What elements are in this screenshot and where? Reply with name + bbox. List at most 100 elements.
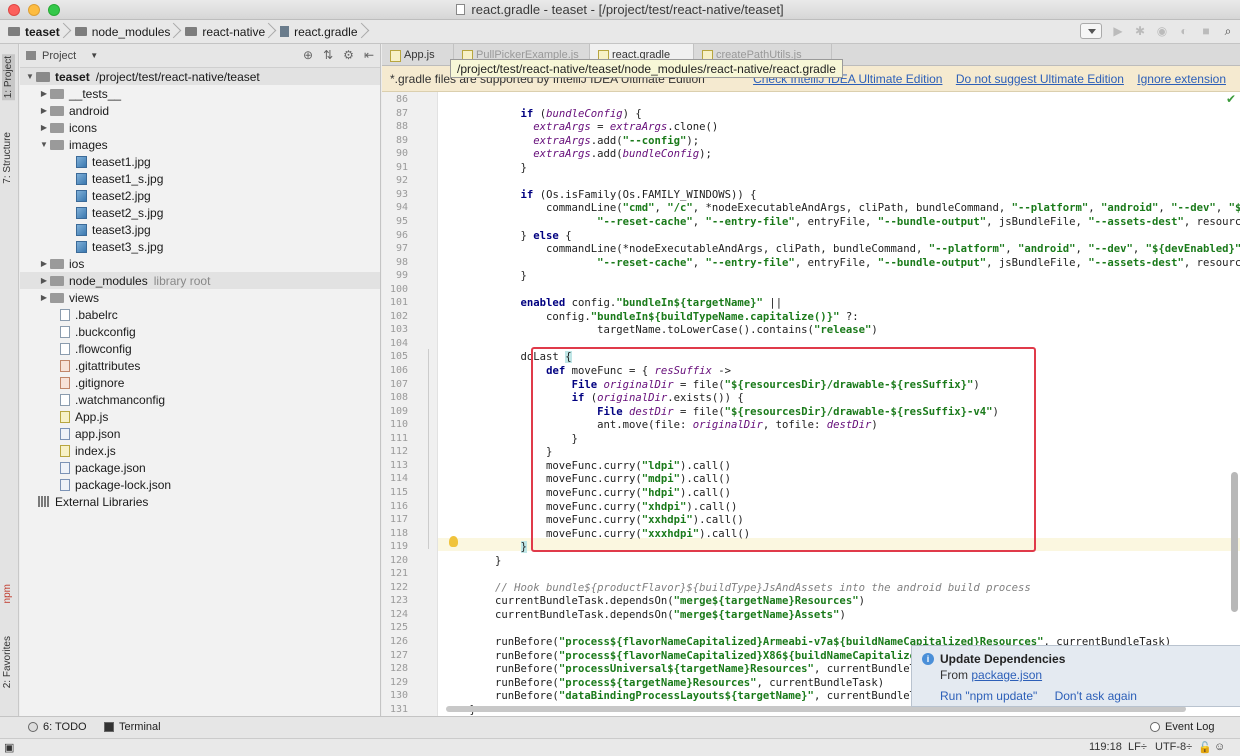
code-line[interactable]: enabled config."bundleIn${targetName}" |… xyxy=(444,297,783,310)
ignore-extension-link[interactable]: Ignore extension xyxy=(1137,72,1226,86)
code-line[interactable]: if (Os.isFamily(Os.FAMILY_WINDOWS)) { xyxy=(444,189,757,202)
code-line[interactable]: } else { xyxy=(444,230,572,243)
expanded-arrow-icon[interactable]: ▼ xyxy=(24,72,36,81)
tree-item[interactable]: .flowconfig xyxy=(20,340,380,357)
tree-item[interactable]: ▶ ios xyxy=(20,255,380,272)
tree-item[interactable]: ▶ icons xyxy=(20,119,380,136)
code-line[interactable]: if (bundleConfig) { xyxy=(444,108,642,121)
tree-item[interactable]: .watchmanconfig xyxy=(20,391,380,408)
run-icon[interactable]: ▶ xyxy=(1112,25,1124,37)
target-icon[interactable]: ⊕ xyxy=(303,48,313,62)
tab-npm[interactable]: npm xyxy=(2,584,13,603)
tree-item[interactable]: ▶ views xyxy=(20,289,380,306)
lock-icon[interactable]: 🔓 xyxy=(1198,741,1212,754)
tab-project[interactable]: 1: Project xyxy=(2,54,15,101)
package-json-link[interactable]: package.json xyxy=(971,668,1042,682)
code-line[interactable]: "--reset-cache", "--entry-file", entryFi… xyxy=(444,257,1240,270)
tree-item[interactable]: teaset1.jpg xyxy=(20,153,380,170)
search-icon[interactable]: ⌕ xyxy=(1222,25,1234,37)
stop-icon[interactable]: ■ xyxy=(1200,25,1212,37)
collapsed-arrow-icon[interactable]: ▶ xyxy=(38,276,50,285)
breadcrumb-project[interactable]: teaset xyxy=(0,20,67,44)
run-toolbar: ▶ ✱ ◉ ◐ ■ ⌕ xyxy=(1080,23,1234,39)
caret-position[interactable]: 119:18 xyxy=(1089,741,1122,753)
terminal-tool-button[interactable]: Terminal xyxy=(104,721,161,733)
collapsed-arrow-icon[interactable]: ▶ xyxy=(38,123,50,132)
collapsed-arrow-icon[interactable]: ▶ xyxy=(38,89,50,98)
zoom-window-button[interactable] xyxy=(48,4,60,16)
vertical-scrollbar[interactable] xyxy=(1231,472,1238,612)
breadcrumb-file[interactable]: react.gradle xyxy=(272,20,364,44)
tab-structure[interactable]: 7: Structure xyxy=(2,132,13,184)
tree-item[interactable]: teaset1_s.jpg xyxy=(20,170,380,187)
breadcrumb-node-modules[interactable]: node_modules xyxy=(67,20,178,44)
event-log-tool-button[interactable]: Event Log xyxy=(1150,721,1215,733)
tree-item[interactable]: teaset2.jpg xyxy=(20,187,380,204)
tree-item[interactable]: .buckconfig xyxy=(20,323,380,340)
do-not-suggest-link[interactable]: Do not suggest Ultimate Edition xyxy=(956,72,1124,86)
run-config-dropdown[interactable] xyxy=(1080,23,1102,39)
tab-app-js[interactable]: App.js xyxy=(382,44,454,66)
collapsed-arrow-icon[interactable]: ▶ xyxy=(38,106,50,115)
hide-panel-icon[interactable]: ⇤ xyxy=(364,48,374,62)
tree-item[interactable]: .gitattributes xyxy=(20,357,380,374)
code-line[interactable]: extraArgs.add(bundleConfig); xyxy=(444,148,712,161)
code-line[interactable]: // Hook bundle${productFlavor}${buildTyp… xyxy=(444,582,1031,595)
code-editor[interactable]: 86 87 88 89 90 91 92 93 94 95 96 97 98 99 100 101 102 103… xyxy=(382,92,1240,716)
file-encoding[interactable]: UTF-8÷ xyxy=(1155,741,1192,753)
code-line[interactable]: config."bundleIn${buildTypeName.capitali… xyxy=(444,311,859,324)
code-line[interactable]: targetName.toLowerCase().contains("relea… xyxy=(444,324,878,337)
project-view-selector[interactable]: Project xyxy=(42,50,76,62)
run-npm-update-link[interactable]: Run "npm update" xyxy=(940,689,1037,703)
code-line[interactable]: runBefore("dataBindingProcessLayouts${ta… xyxy=(444,690,941,703)
tree-item[interactable]: App.js xyxy=(20,408,380,425)
expanded-arrow-icon[interactable]: ▼ xyxy=(38,140,50,149)
tree-item[interactable]: .gitignore xyxy=(20,374,380,391)
tree-item[interactable]: app.json xyxy=(20,425,380,442)
code-line[interactable]: runBefore("process${targetName}Resources… xyxy=(444,677,884,690)
status-layout-icon[interactable]: ▣ xyxy=(4,741,14,754)
code-line[interactable]: } xyxy=(444,555,501,568)
inspector-icon[interactable]: ☺ xyxy=(1214,741,1225,753)
code-line[interactable]: } xyxy=(444,162,527,175)
code-line[interactable]: commandLine(*nodeExecutableAndArgs, cliP… xyxy=(444,243,1240,256)
code-line[interactable]: extraArgs = extraArgs.clone() xyxy=(444,121,718,134)
profile-icon[interactable]: ◐ xyxy=(1178,25,1190,37)
tree-item[interactable]: package-lock.json xyxy=(20,476,380,493)
coverage-icon[interactable]: ◉ xyxy=(1156,25,1168,37)
tree-item[interactable]: ▶ android xyxy=(20,102,380,119)
line-separator[interactable]: LF÷ xyxy=(1128,741,1147,753)
collapse-all-icon[interactable]: ⇅ xyxy=(323,48,333,62)
code-line[interactable]: commandLine("cmd", "/c", *nodeExecutable… xyxy=(444,202,1240,215)
tree-item[interactable]: ▼ images xyxy=(20,136,380,153)
chevron-down-icon[interactable]: ▼ xyxy=(90,51,98,60)
tree-item[interactable]: ▶ __tests__ xyxy=(20,85,380,102)
js-file-icon xyxy=(60,444,70,457)
tree-item[interactable]: .babelrc xyxy=(20,306,380,323)
tree-root[interactable]: ▼ teaset/project/test/react-native/teaset xyxy=(20,68,380,85)
collapsed-arrow-icon[interactable]: ▶ xyxy=(38,259,50,268)
tree-item[interactable]: teaset3_s.jpg xyxy=(20,238,380,255)
tree-item-external-libraries[interactable]: External Libraries xyxy=(20,493,380,510)
tree-item[interactable]: teaset3.jpg xyxy=(20,221,380,238)
tree-item[interactable]: ▶ node_modules library root xyxy=(20,272,380,289)
code-line[interactable]: currentBundleTask.dependsOn("merge${targ… xyxy=(444,609,846,622)
tab-favorites[interactable]: 2: Favorites xyxy=(2,636,13,688)
dont-ask-again-link[interactable]: Don't ask again xyxy=(1055,689,1137,703)
code-line[interactable]: "--reset-cache", "--entry-file", entryFi… xyxy=(444,216,1240,229)
collapsed-arrow-icon[interactable]: ▶ xyxy=(38,293,50,302)
close-window-button[interactable] xyxy=(8,4,20,16)
breadcrumb-react-native[interactable]: react-native xyxy=(177,20,272,44)
lightbulb-icon[interactable] xyxy=(449,536,458,547)
minimize-window-button[interactable] xyxy=(28,4,40,16)
code-line[interactable]: runBefore("processUniversal${targetName}… xyxy=(444,663,941,676)
code-line[interactable]: } xyxy=(444,270,527,283)
debug-icon[interactable]: ✱ xyxy=(1134,25,1146,37)
tree-item[interactable]: package.json xyxy=(20,459,380,476)
tree-item[interactable]: teaset2_s.jpg xyxy=(20,204,380,221)
code-line[interactable]: extraArgs.add("--config"); xyxy=(444,135,699,148)
todo-tool-button[interactable]: 6: TODO xyxy=(28,721,87,733)
tree-item[interactable]: index.js xyxy=(20,442,380,459)
gear-icon[interactable]: ⚙ xyxy=(343,48,354,62)
code-line[interactable]: currentBundleTask.dependsOn("merge${targ… xyxy=(444,595,865,608)
